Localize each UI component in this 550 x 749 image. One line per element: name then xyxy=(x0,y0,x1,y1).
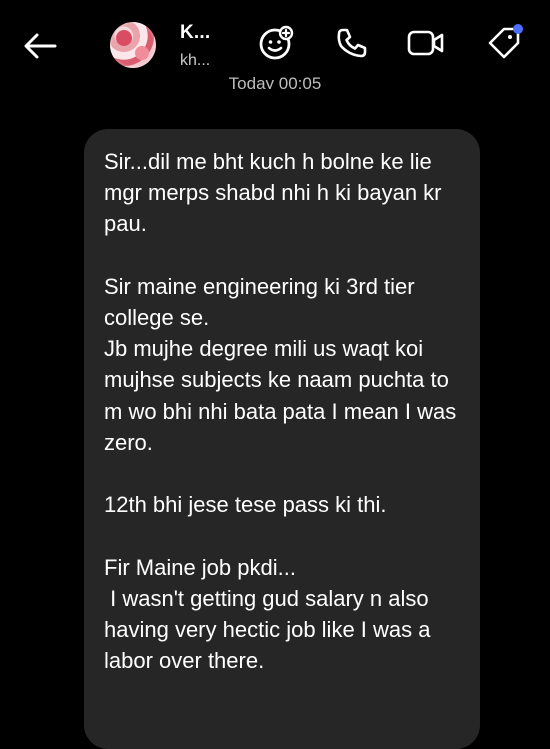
tag-button[interactable] xyxy=(484,23,524,63)
tag-icon xyxy=(488,24,523,59)
effects-button[interactable] xyxy=(256,23,296,63)
contact-subtitle: kh... xyxy=(180,52,211,69)
sparkles-face-icon xyxy=(259,25,294,60)
call-button[interactable] xyxy=(332,23,372,63)
contact-name[interactable]: K... xyxy=(180,22,210,44)
back-button[interactable] xyxy=(20,26,60,66)
notification-dot xyxy=(513,24,523,34)
message-bubble[interactable]: Sir...dil me bht kuch h bolne ke lie mgr… xyxy=(84,129,480,749)
phone-icon xyxy=(337,28,367,58)
message-text: Sir...dil me bht kuch h bolne ke lie mgr… xyxy=(104,149,457,674)
video-call-button[interactable] xyxy=(406,23,446,63)
message-timestamp: Today 00:05 xyxy=(228,75,322,89)
video-camera-icon xyxy=(407,30,444,56)
avatar[interactable] xyxy=(110,22,156,68)
arrow-left-icon xyxy=(24,33,57,59)
